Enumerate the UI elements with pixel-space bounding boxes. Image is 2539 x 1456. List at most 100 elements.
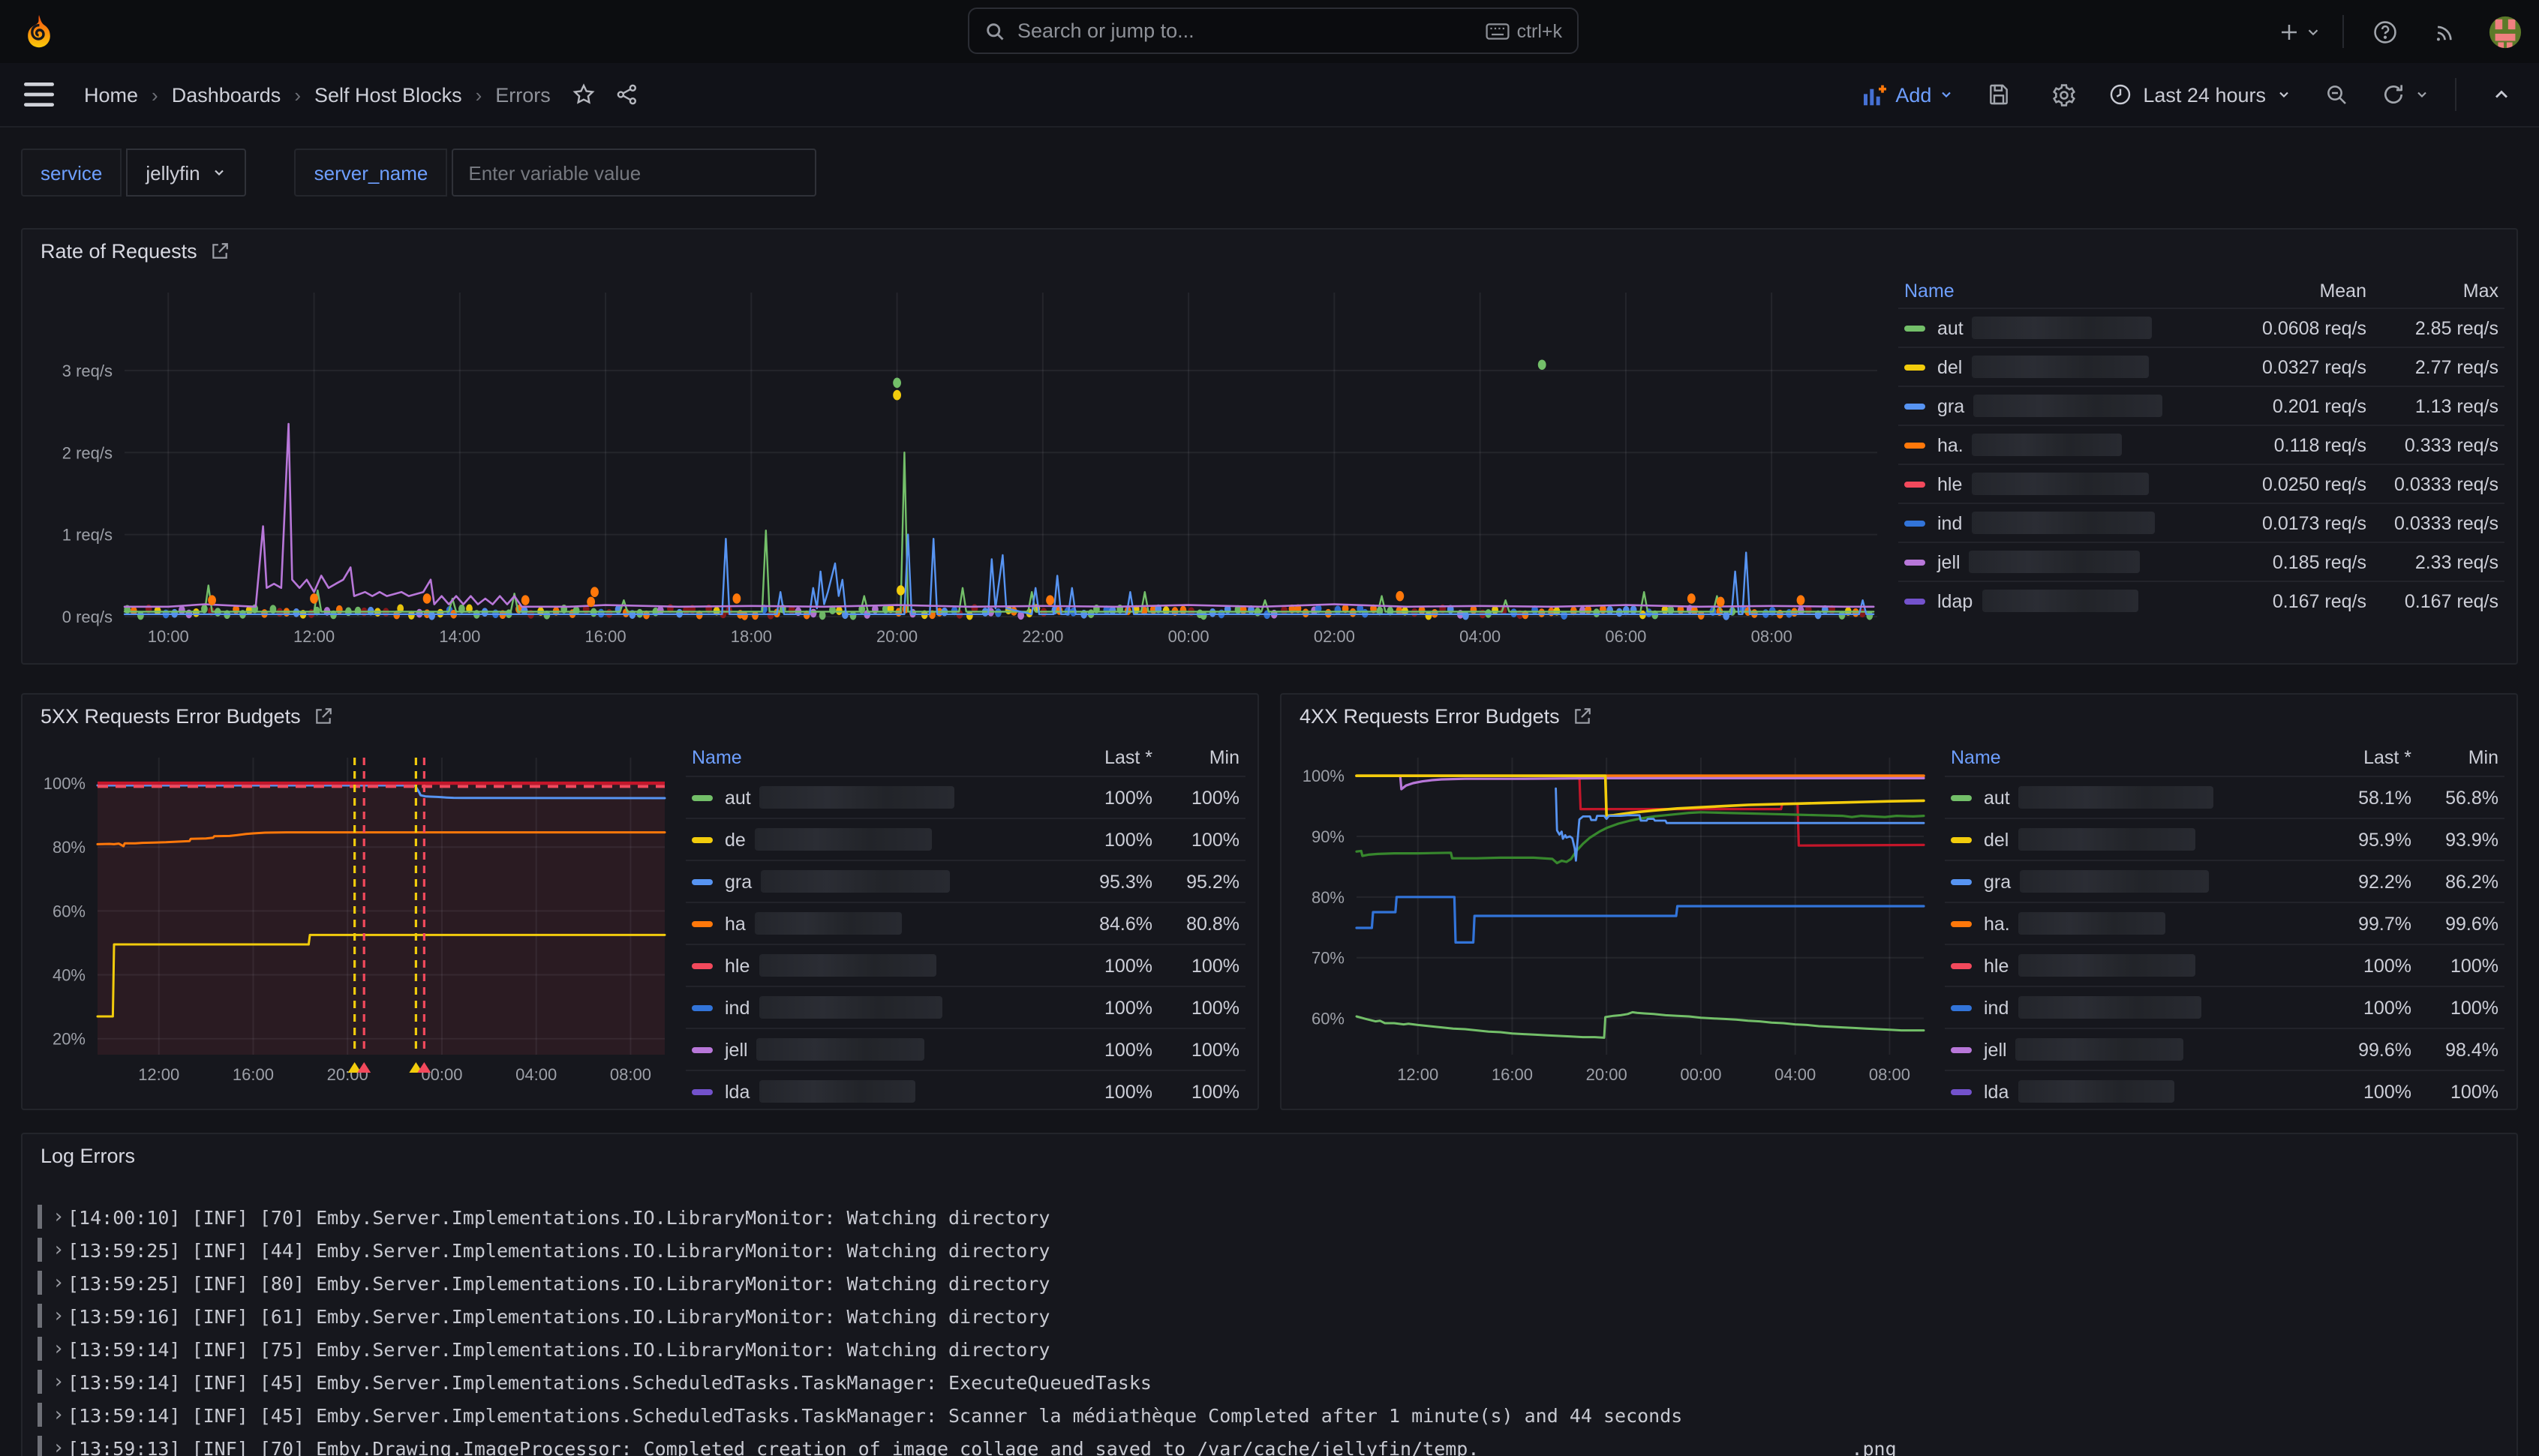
- variable-server-name-input[interactable]: [452, 149, 816, 197]
- legend-row[interactable]: gra92.2%86.2%: [1945, 860, 2504, 902]
- redacted-series-name: [1971, 512, 2154, 534]
- log-expand-icon[interactable]: ›: [53, 1337, 68, 1360]
- legend-col-min[interactable]: Min: [1152, 747, 1239, 768]
- legend-row[interactable]: aut0.0608 req/s2.85 req/s: [1898, 308, 2504, 347]
- log-row[interactable]: ›[13:59:16] [INF] [61] Emby.Server.Imple…: [38, 1299, 2501, 1332]
- legend-row[interactable]: ind100%100%: [686, 986, 1245, 1028]
- dashboard-settings-button[interactable]: [2044, 75, 2083, 114]
- legend-row[interactable]: aut100%100%: [686, 776, 1245, 818]
- external-link-icon[interactable]: [1573, 707, 1593, 726]
- avatar[interactable]: [2485, 12, 2524, 51]
- legend-row[interactable]: de100%100%: [686, 818, 1245, 860]
- log-row[interactable]: ›[14:00:10] [INF] [70] Emby.Server.Imple…: [38, 1200, 2501, 1233]
- legend-col-name[interactable]: Name: [692, 747, 1056, 768]
- legend-row[interactable]: lda100%100%: [686, 1070, 1245, 1112]
- svg-text:08:00: 08:00: [1751, 627, 1792, 646]
- log-expand-icon[interactable]: ›: [53, 1205, 68, 1228]
- collapse-toolbar-button[interactable]: [2482, 75, 2521, 114]
- breadcrumb-self-host-blocks[interactable]: Self Host Blocks: [314, 83, 462, 106]
- new-button[interactable]: [2278, 12, 2321, 51]
- legend-row[interactable]: ind100%100%: [1945, 986, 2504, 1028]
- legend-row[interactable]: ind0.0173 req/s0.0333 req/s: [1898, 503, 2504, 542]
- save-dashboard-button[interactable]: [1979, 75, 2018, 114]
- legend-col-last[interactable]: Last *: [2315, 747, 2411, 768]
- legend-col-name[interactable]: Name: [1951, 747, 2315, 768]
- log-row[interactable]: ›[13:59:14] [INF] [45] Emby.Server.Imple…: [38, 1398, 2501, 1431]
- log-row[interactable]: ›[13:59:25] [INF] [44] Emby.Server.Imple…: [38, 1233, 2501, 1266]
- panel-title-logs[interactable]: Log Errors: [41, 1145, 135, 1167]
- log-message: [13:59:25] [INF] [80] Emby.Server.Implem…: [68, 1271, 1050, 1294]
- svg-text:20%: 20%: [53, 1030, 86, 1049]
- legend-value: 56.8%: [2411, 787, 2498, 808]
- log-expand-icon[interactable]: ›: [53, 1436, 68, 1456]
- log-row[interactable]: ›[13:59:13] [INF] [70] Emby.Drawing.Imag…: [38, 1431, 2501, 1456]
- series-swatch: [692, 1004, 713, 1010]
- legend-header: NameLast *Min: [686, 740, 1245, 776]
- log-message: [13:59:14] [INF] [75] Emby.Server.Implem…: [68, 1337, 1050, 1360]
- legend-row[interactable]: lda100%100%: [1945, 1070, 2504, 1112]
- legend-row[interactable]: hle0.0250 req/s0.0333 req/s: [1898, 464, 2504, 503]
- legend-col-max[interactable]: Max: [2366, 281, 2498, 302]
- legend-row[interactable]: del95.9%93.9%: [1945, 818, 2504, 860]
- panel-title-rate[interactable]: Rate of Requests: [41, 240, 230, 263]
- refresh-button[interactable]: [2381, 75, 2429, 114]
- rate-chart[interactable]: 10:0012:0014:0016:0018:0020:0022:0000:00…: [32, 281, 1889, 659]
- legend-row[interactable]: hle100%100%: [686, 944, 1245, 986]
- menu-toggle-icon[interactable]: [24, 83, 54, 107]
- zoom-out-time-button[interactable]: [2317, 75, 2356, 114]
- legend-col-min[interactable]: Min: [2411, 747, 2498, 768]
- svg-text:100%: 100%: [44, 774, 86, 793]
- legend-value: 95.2%: [1152, 871, 1239, 892]
- legend-row[interactable]: ldap0.167 req/s0.167 req/s: [1898, 581, 2504, 620]
- legend-row[interactable]: jell99.6%98.4%: [1945, 1028, 2504, 1070]
- external-link-icon[interactable]: [211, 242, 230, 261]
- breadcrumb-dashboards[interactable]: Dashboards: [172, 83, 281, 106]
- legend-row[interactable]: ha84.6%80.8%: [686, 902, 1245, 944]
- legend-col-mean[interactable]: Mean: [2222, 281, 2366, 302]
- panel-title-4xx[interactable]: 4XX Requests Error Budgets: [1300, 705, 1593, 728]
- legend-row[interactable]: hle100%100%: [1945, 944, 2504, 986]
- star-icon[interactable]: [572, 83, 596, 107]
- series-swatch: [692, 1046, 713, 1052]
- breadcrumb: Home› Dashboards› Self Host Blocks› Erro…: [84, 83, 551, 106]
- legend-col-last[interactable]: Last *: [1056, 747, 1152, 768]
- log-expand-icon[interactable]: ›: [53, 1403, 68, 1426]
- legend-row[interactable]: ha.99.7%99.6%: [1945, 902, 2504, 944]
- legend-row[interactable]: ha.0.118 req/s0.333 req/s: [1898, 425, 2504, 464]
- redacted-series-name: [2018, 954, 2195, 977]
- variable-service: service jellyfin: [21, 149, 247, 197]
- log-expand-icon[interactable]: ›: [53, 1304, 68, 1327]
- legend-row[interactable]: aut58.1%56.8%: [1945, 776, 2504, 818]
- 5xx-chart[interactable]: 12:0016:0020:0000:0004:0008:0020%40%60%8…: [29, 746, 674, 1100]
- legend-row[interactable]: gra0.201 req/s1.13 req/s: [1898, 386, 2504, 425]
- log-row[interactable]: ›[13:59:14] [INF] [45] Emby.Server.Imple…: [38, 1365, 2501, 1398]
- log-row[interactable]: ›[13:59:14] [INF] [75] Emby.Server.Imple…: [38, 1332, 2501, 1365]
- search-input[interactable]: Search or jump to... ctrl+k: [968, 8, 1579, 54]
- legend-row[interactable]: jell100%100%: [686, 1028, 1245, 1070]
- breadcrumb-home[interactable]: Home: [84, 83, 138, 106]
- legend-value: 2.85 req/s: [2366, 317, 2498, 338]
- svg-text:04:00: 04:00: [1459, 627, 1501, 646]
- rate-chart-svg: 10:0012:0014:0016:0018:0020:0022:0000:00…: [32, 281, 1889, 659]
- 4xx-chart[interactable]: 12:0016:0020:0000:0004:0008:0060%70%80%9…: [1288, 746, 1933, 1100]
- share-icon[interactable]: [615, 83, 639, 107]
- legend-row[interactable]: gra95.3%95.2%: [686, 860, 1245, 902]
- add-panel-button[interactable]: Add: [1862, 83, 1954, 106]
- legend-value: 0.0608 req/s: [2222, 317, 2366, 338]
- log-expand-icon[interactable]: ›: [53, 1370, 68, 1393]
- help-button[interactable]: [2365, 12, 2404, 51]
- log-expand-icon[interactable]: ›: [53, 1271, 68, 1294]
- time-range-picker[interactable]: Last 24 hours: [2108, 83, 2291, 107]
- panel-title-5xx[interactable]: 5XX Requests Error Budgets: [41, 705, 334, 728]
- news-button[interactable]: [2425, 12, 2464, 51]
- log-expand-icon[interactable]: ›: [53, 1238, 68, 1261]
- legend-row[interactable]: jell0.185 req/s2.33 req/s: [1898, 542, 2504, 581]
- legend-col-name[interactable]: Name: [1904, 281, 2222, 302]
- legend-row[interactable]: del0.0327 req/s2.77 req/s: [1898, 347, 2504, 386]
- redacted-series-name: [757, 1038, 925, 1061]
- external-link-icon[interactable]: [314, 707, 334, 726]
- log-row[interactable]: ›[13:59:25] [INF] [80] Emby.Server.Imple…: [38, 1266, 2501, 1299]
- variable-service-value-dropdown[interactable]: jellyfin: [126, 149, 246, 197]
- grafana-logo-icon[interactable]: [21, 14, 57, 50]
- log-level-bar: [38, 1370, 42, 1394]
